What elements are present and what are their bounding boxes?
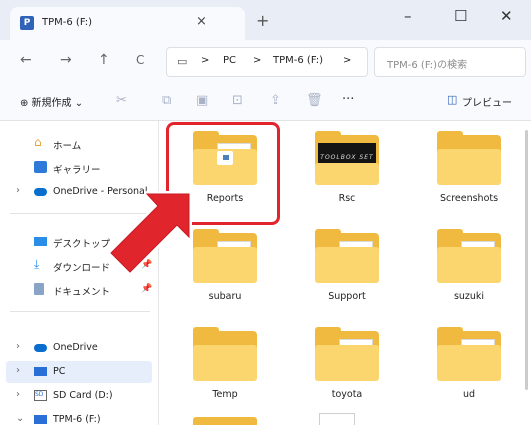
explorer-app-icon: P — [20, 16, 34, 30]
preview-pane-icon[interactable]: ◫ — [447, 93, 457, 106]
search-placeholder: TPM-6 (F:)の検索 — [387, 60, 468, 71]
navigation-bar: ← → ↑ C ▭ > PC > TPM-6 (F:) > TPM-6 (F:)… — [0, 40, 531, 82]
download-icon: ⤓ — [34, 257, 40, 271]
monitor-icon: ▭ — [177, 55, 188, 68]
pin-icon[interactable]: 📌 — [141, 284, 152, 294]
folder-icon — [437, 229, 501, 283]
back-icon[interactable]: ← — [20, 52, 32, 68]
vertical-scrollbar[interactable] — [525, 130, 528, 390]
folder-icon — [437, 327, 501, 381]
minimize-icon[interactable]: – — [404, 7, 412, 25]
maximize-icon[interactable]: ☐ — [454, 7, 467, 25]
folder-item-toyota[interactable]: toyota — [287, 319, 407, 417]
gallery-icon — [34, 161, 47, 173]
document-icon — [34, 283, 44, 295]
search-box[interactable]: TPM-6 (F:)の検索 — [374, 47, 526, 77]
more-options-icon[interactable]: ··· — [342, 92, 354, 107]
divider — [10, 311, 150, 312]
drive-icon — [34, 415, 47, 424]
folder-icon — [315, 327, 379, 381]
chevron-right-icon[interactable]: › — [16, 365, 20, 376]
forward-icon[interactable]: → — [60, 52, 72, 68]
breadcrumb-sep: > — [201, 55, 210, 66]
sidebar-item-documents[interactable]: ドキュメント 📌 — [0, 279, 158, 301]
cut-icon[interactable]: ✂ — [116, 93, 127, 108]
copy-icon[interactable]: ⧉ — [162, 93, 171, 108]
breadcrumb-pc[interactable]: PC — [223, 55, 236, 66]
up-icon[interactable]: ↑ — [98, 52, 110, 68]
address-bar[interactable]: ▭ > PC > TPM-6 (F:) > — [166, 47, 368, 77]
chevron-right-icon[interactable]: › — [16, 389, 20, 400]
file-icon-partial[interactable] — [319, 413, 355, 425]
folder-item-rsc[interactable]: TOOLBOX SET Rsc — [287, 123, 407, 221]
folder-icon: TOOLBOX SET — [315, 131, 379, 185]
home-icon: ⌂ — [34, 135, 42, 149]
tab-title: TPM-6 (F:) — [42, 17, 93, 28]
desktop-icon — [34, 237, 47, 246]
rename-icon[interactable]: ⊡ — [232, 93, 243, 108]
folder-icon — [193, 327, 257, 381]
sidebar-item-onedrive[interactable]: › OneDrive — [0, 337, 158, 359]
file-grid: Reports TOOLBOX SET Rsc Screenshots suba… — [159, 121, 531, 425]
command-bar: ⊕ 新規作成 ⌄ ✂ ⧉ ▣ ⊡ ⇪ 🗑 ··· ◫ プレビュー — [0, 82, 531, 121]
breadcrumb-drive[interactable]: TPM-6 (F:) — [273, 55, 323, 66]
paste-icon[interactable]: ▣ — [196, 93, 208, 108]
cloud-icon — [34, 188, 47, 196]
folder-item-temp[interactable]: Temp — [165, 319, 285, 417]
new-button[interactable]: ⊕ 新規作成 ⌄ — [20, 94, 83, 109]
tab-tpm6[interactable]: P TPM-6 (F:) × — [10, 7, 245, 40]
folder-item-ud[interactable]: ud — [409, 319, 529, 417]
sidebar-item-sd-card[interactable]: › SD SD Card (D:) — [0, 385, 158, 407]
folder-item-support[interactable]: Support — [287, 221, 407, 319]
chevron-down-icon[interactable]: ⌄ — [16, 413, 24, 424]
preview-button[interactable]: プレビュー — [462, 94, 512, 109]
breadcrumb-sep: > — [343, 55, 352, 66]
folder-icon-partial[interactable] — [193, 417, 257, 425]
title-bar: P TPM-6 (F:) × + – ☐ ✕ — [0, 0, 531, 40]
pc-icon — [34, 367, 47, 376]
close-icon[interactable]: ✕ — [500, 7, 513, 25]
refresh-icon[interactable]: C — [136, 53, 144, 67]
chevron-right-icon[interactable]: › — [16, 341, 20, 352]
share-icon[interactable]: ⇪ — [270, 93, 281, 108]
cloud-icon — [34, 344, 47, 352]
close-tab-icon[interactable]: × — [196, 14, 207, 29]
delete-icon[interactable]: 🗑 — [306, 93, 323, 108]
new-tab-icon[interactable]: + — [256, 11, 269, 30]
chevron-right-icon[interactable]: › — [16, 185, 20, 196]
sidebar-item-pc[interactable]: › PC — [6, 361, 152, 383]
sidebar-item-home[interactable]: ⌂ ホーム — [0, 133, 158, 155]
folder-item-screenshots[interactable]: Screenshots — [409, 123, 529, 221]
sidebar-item-tpm6[interactable]: ⌄ TPM-6 (F:) — [0, 409, 158, 431]
breadcrumb-sep: > — [253, 55, 262, 66]
folder-item-suzuki[interactable]: suzuki — [409, 221, 529, 319]
sd-card-icon: SD — [34, 390, 47, 401]
folder-icon — [315, 229, 379, 283]
pointer-arrow-icon — [108, 191, 192, 275]
folder-icon — [437, 131, 501, 185]
